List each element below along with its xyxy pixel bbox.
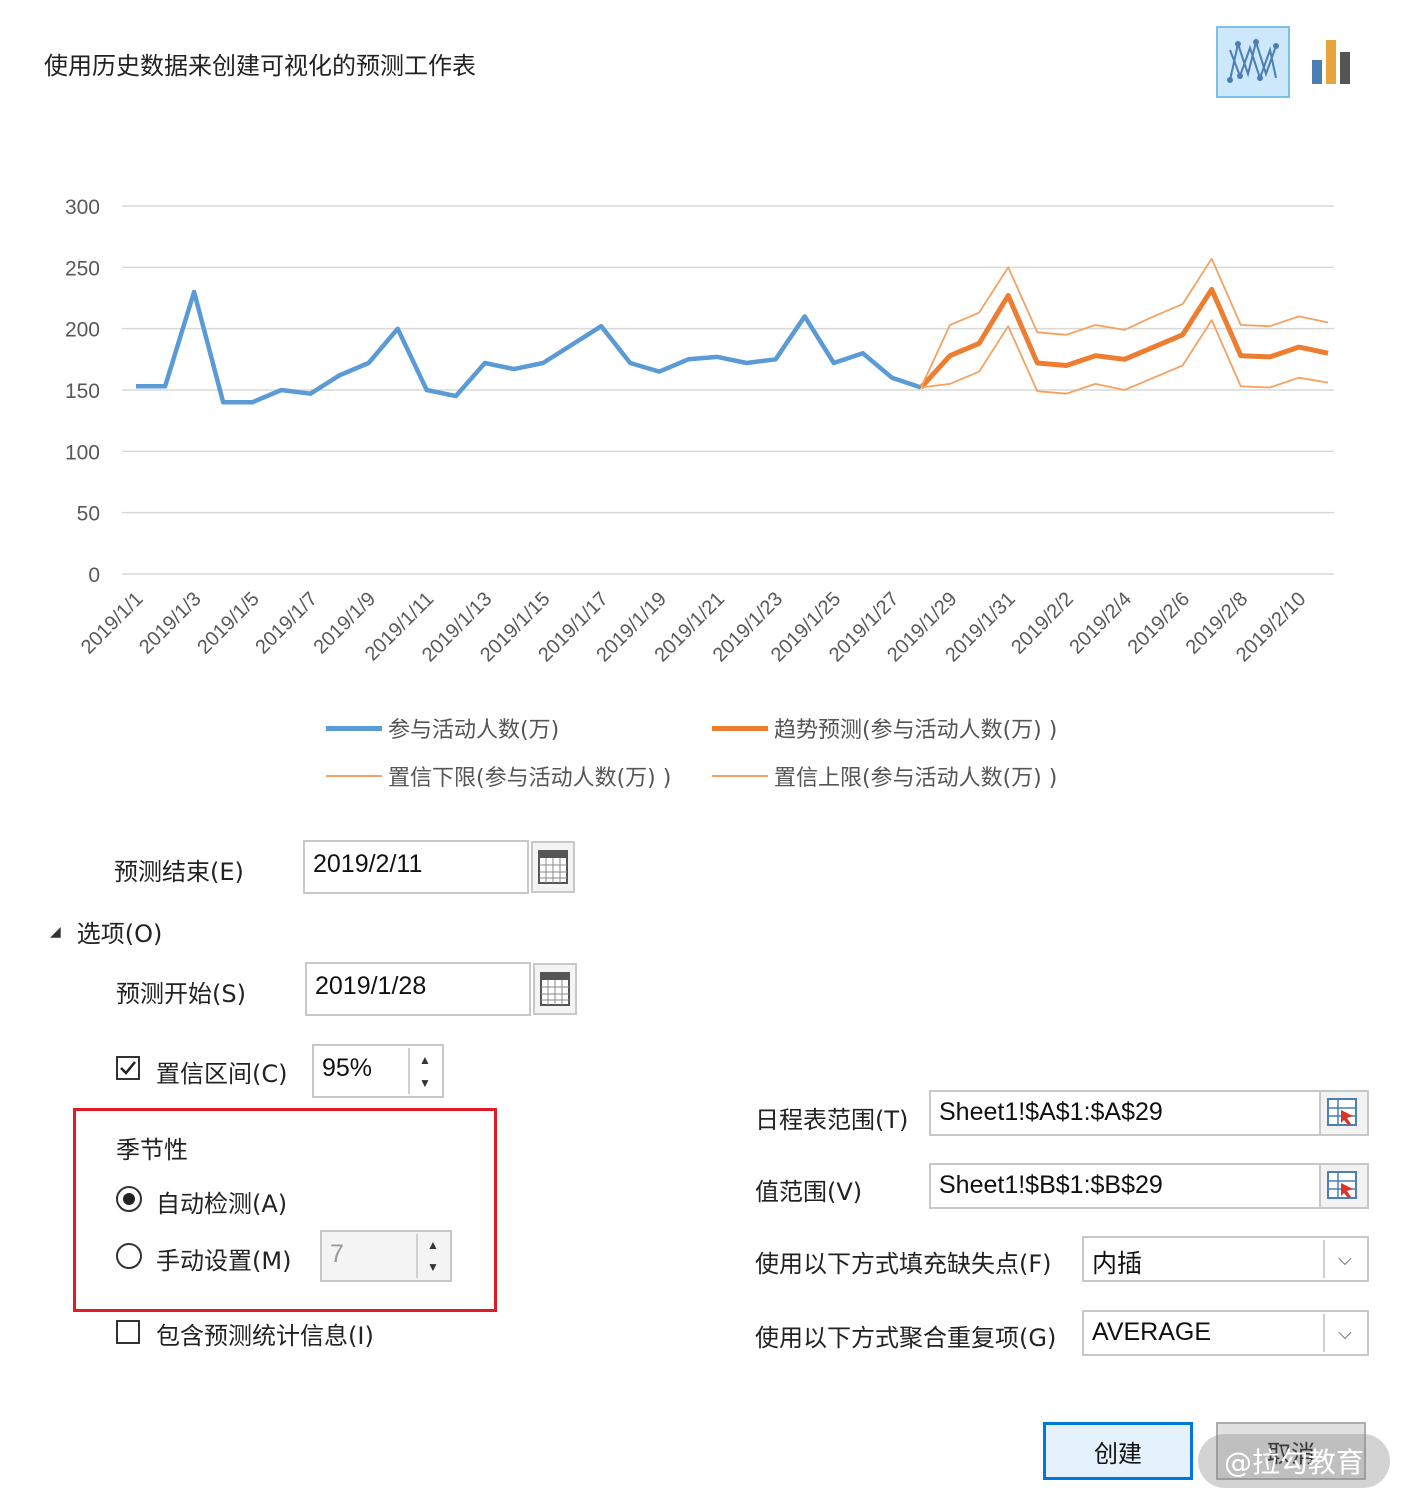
line-chart-type-button[interactable]	[1216, 26, 1290, 98]
values-range-label: 值范围(V)	[755, 1178, 863, 1206]
checkmark-icon	[120, 1061, 136, 1075]
calendar-icon	[540, 972, 570, 1006]
y-tick-label: 0	[88, 564, 100, 587]
values-range-value: Sheet1!$B$1:$B$29	[939, 1171, 1163, 1199]
forecast-end-input[interactable]: 2019/2/11	[303, 840, 529, 894]
y-tick-label: 250	[65, 257, 100, 280]
forecast-chart: 3002502001501005002019/1/12019/1/32019/1…	[65, 196, 1334, 666]
legend-label-forecast: 趋势预测(参与活动人数(万) )	[774, 718, 1058, 743]
include-statistics-label: 包含预测统计信息(I)	[156, 1322, 374, 1350]
timeline-range-label: 日程表范围(T)	[755, 1106, 909, 1134]
legend-swatch-forecast	[712, 725, 768, 731]
legend-label-upper: 置信上限(参与活动人数(万) )	[774, 766, 1058, 791]
series-line-actual	[136, 289, 922, 405]
seasonality-auto-label: 自动检测(A)	[156, 1190, 288, 1218]
confidence-interval-value: 95%	[322, 1054, 373, 1082]
y-tick-label: 100	[65, 441, 100, 464]
include-statistics-checkbox[interactable]	[116, 1320, 140, 1344]
legend-item-actual: 参与活动人数(万)	[326, 712, 559, 744]
y-tick-label: 300	[65, 196, 100, 219]
seasonality-manual-spinner[interactable]: 7 ▲ ▼	[320, 1230, 452, 1282]
x-tick-label: 2019/1/3	[135, 588, 206, 659]
y-tick-label: 50	[77, 503, 100, 526]
forecast-end-calendar-button[interactable]	[531, 841, 575, 893]
spin-up-icon[interactable]: ▲	[418, 1234, 448, 1256]
timeline-range-value: Sheet1!$A$1:$A$29	[939, 1098, 1163, 1126]
calendar-icon	[538, 850, 568, 884]
spin-down-icon[interactable]: ▼	[418, 1256, 448, 1278]
legend-label-lower: 置信下限(参与活动人数(万) )	[388, 766, 672, 791]
legend-swatch-upper	[712, 775, 768, 777]
x-tick-label: 2019/1/1	[77, 588, 148, 659]
create-button[interactable]: 创建	[1043, 1422, 1193, 1480]
legend-item-upper-bound: 置信上限(参与活动人数(万) )	[712, 760, 1057, 792]
confidence-interval-checkbox[interactable]	[116, 1056, 140, 1080]
legend-swatch-lower	[326, 775, 382, 777]
options-toggle-label: 选项(O)	[76, 920, 163, 948]
range-picker-icon	[1327, 1098, 1357, 1126]
legend-swatch-actual	[326, 725, 382, 731]
collapse-triangle-icon: ◢	[50, 923, 61, 940]
values-range-input[interactable]: Sheet1!$B$1:$B$29	[929, 1163, 1369, 1209]
x-tick-label: 2019/1/5	[193, 588, 264, 659]
aggregate-value: AVERAGE	[1092, 1318, 1212, 1346]
fill-missing-value: 内插	[1092, 1250, 1143, 1278]
chevron-down-icon[interactable]: ⌵	[1323, 1314, 1365, 1352]
watermark: @拉勾教育	[1198, 1434, 1390, 1488]
forecast-start-label: 预测开始(S)	[116, 980, 246, 1008]
chevron-down-icon[interactable]: ⌵	[1323, 1240, 1365, 1278]
seasonality-title: 季节性	[116, 1136, 188, 1164]
x-tick-label: 2019/2/2	[1007, 588, 1078, 659]
fill-missing-select[interactable]: 内插 ⌵	[1082, 1236, 1369, 1282]
y-tick-label: 150	[65, 380, 100, 403]
confidence-spin-arrows[interactable]: ▲ ▼	[408, 1048, 440, 1094]
x-tick-label: 2019/2/4	[1065, 588, 1136, 659]
legend-item-forecast: 趋势预测(参与活动人数(万) )	[712, 712, 1057, 744]
spin-up-icon[interactable]: ▲	[410, 1048, 440, 1071]
seasonality-manual-radio[interactable]	[116, 1243, 142, 1269]
forecast-start-input[interactable]: 2019/1/28	[305, 962, 531, 1016]
seasonality-auto-radio[interactable]	[116, 1186, 142, 1212]
timeline-range-input[interactable]: Sheet1!$A$1:$A$29	[929, 1090, 1369, 1136]
options-toggle[interactable]: ◢ 选项(O)	[50, 914, 162, 949]
seasonality-spin-arrows[interactable]: ▲ ▼	[416, 1234, 448, 1278]
confidence-interval-label: 置信区间(C)	[156, 1060, 288, 1088]
bar-chart-type-button[interactable]	[1300, 26, 1374, 98]
fill-missing-label: 使用以下方式填充缺失点(F)	[755, 1250, 1052, 1278]
x-tick-label: 2019/2/6	[1124, 588, 1195, 659]
range-picker-icon	[1327, 1171, 1357, 1199]
forecast-start-calendar-button[interactable]	[533, 963, 577, 1015]
spin-down-icon[interactable]: ▼	[410, 1071, 440, 1094]
legend-item-lower-bound: 置信下限(参与活动人数(万) )	[326, 760, 671, 792]
radio-selected-dot	[123, 1193, 135, 1205]
aggregate-label: 使用以下方式聚合重复项(G)	[755, 1324, 1057, 1352]
aggregate-select[interactable]: AVERAGE ⌵	[1082, 1310, 1369, 1356]
confidence-interval-spinner[interactable]: 95% ▲ ▼	[312, 1044, 444, 1098]
values-range-picker-button[interactable]	[1319, 1165, 1367, 1207]
x-tick-label: 2019/1/7	[251, 588, 322, 659]
legend-label-actual: 参与活动人数(万)	[388, 718, 560, 743]
timeline-range-picker-button[interactable]	[1319, 1092, 1367, 1134]
series-line-forecast	[919, 286, 1329, 390]
dialog-title: 使用历史数据来创建可视化的预测工作表	[44, 52, 476, 80]
seasonality-manual-value: 7	[330, 1240, 344, 1268]
y-tick-label: 200	[65, 319, 100, 342]
seasonality-manual-label: 手动设置(M)	[156, 1247, 292, 1275]
bar-chart-icon	[1312, 40, 1350, 84]
line-chart-icon	[1227, 38, 1279, 83]
forecast-end-label: 预测结束(E)	[114, 858, 244, 886]
